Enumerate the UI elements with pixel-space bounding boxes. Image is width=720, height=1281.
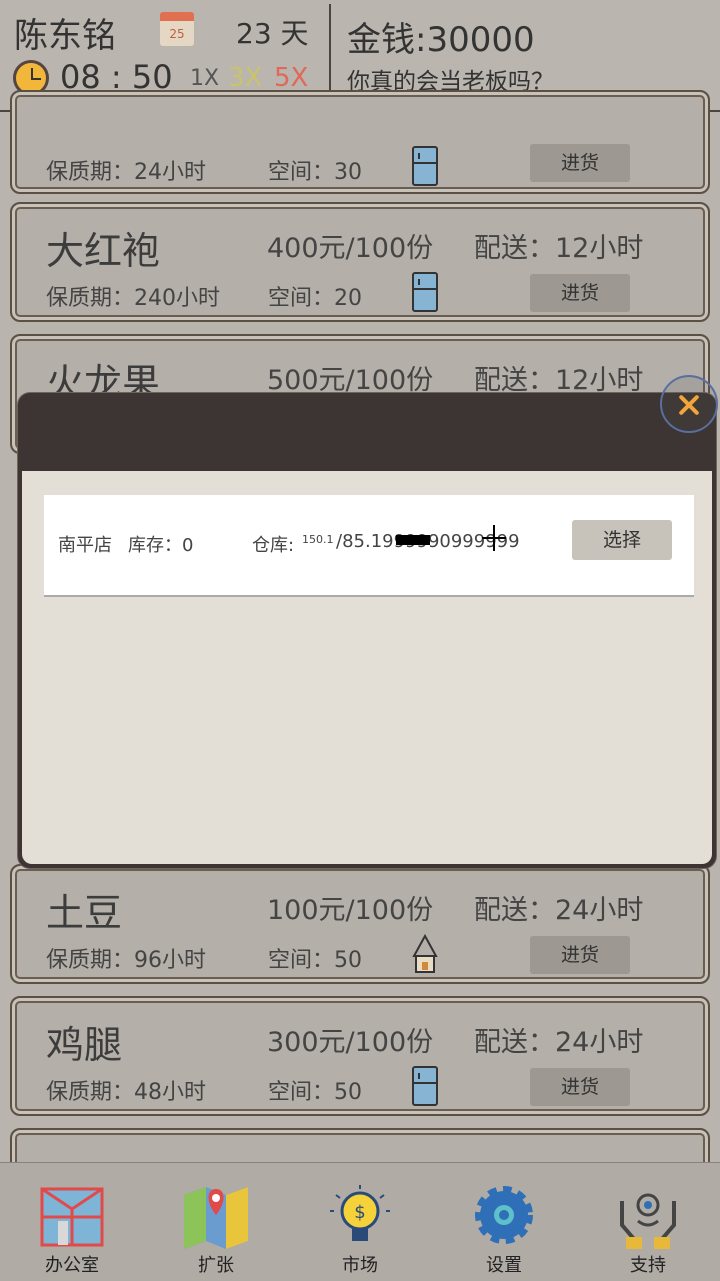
storage-space: 空间：50 xyxy=(268,1080,362,1105)
speed-1x-button[interactable]: 1X xyxy=(190,66,219,91)
speed-3x-button[interactable]: 3X xyxy=(228,63,262,93)
gear-icon xyxy=(475,1186,533,1244)
store-name: 南平店 xyxy=(58,535,112,556)
fridge-icon xyxy=(412,272,438,312)
office-building-icon xyxy=(40,1187,104,1247)
close-icon[interactable] xyxy=(660,375,718,433)
store-row: 南平店 库存：0 仓库: 150.1 /85.1999990999999 选择 xyxy=(44,495,694,597)
select-store-button[interactable]: 选择 xyxy=(572,520,672,560)
store-stock: 库存：0 xyxy=(128,535,194,556)
delivery-time: 配送：12小时 xyxy=(474,233,644,264)
restock-button[interactable]: 进货 xyxy=(530,936,630,974)
delivery-time: 配送：12小时 xyxy=(474,365,644,396)
calendar-icon: 25 xyxy=(160,12,194,46)
storage-space: 空间：50 xyxy=(268,948,362,973)
player-name: 陈东铭 xyxy=(14,16,116,56)
map-pin-icon xyxy=(184,1187,248,1249)
restock-button[interactable]: 进货 xyxy=(530,274,630,312)
shelf-life: 保质期：24小时 xyxy=(46,160,206,185)
money-display: 金钱:30000 xyxy=(347,20,535,60)
restock-button[interactable]: 进货 xyxy=(530,1068,630,1106)
header-divider xyxy=(329,4,331,104)
shelf-life: 保质期：48小时 xyxy=(46,1080,206,1105)
product-name: 鸡腿 xyxy=(46,1023,123,1067)
product-card: 鸡腿 300元/100份 配送：24小时 保质期：48小时 空间：50 进货 xyxy=(10,996,710,1116)
nav-label: 扩张 xyxy=(198,1255,234,1276)
product-price: 300元/100份 xyxy=(267,1027,434,1058)
delivery-time: 配送：24小时 xyxy=(474,1027,644,1058)
redaction-bar xyxy=(396,535,430,545)
shelf-life: 保质期：96小时 xyxy=(46,948,206,973)
product-card: 土豆 100元/100份 配送：24小时 保质期：96小时 空间：50 进货 xyxy=(10,864,710,984)
nav-label: 设置 xyxy=(486,1255,522,1276)
dialog-body: 南平店 库存：0 仓库: 150.1 /85.1999990999999 选择 xyxy=(22,471,712,864)
delivery-time: 配送：24小时 xyxy=(474,895,644,926)
product-card: 保质期：24小时 空间：30 进货 xyxy=(10,90,710,194)
fridge-icon xyxy=(412,146,438,186)
nav-label: 支持 xyxy=(630,1255,666,1276)
fridge-icon xyxy=(412,1066,438,1106)
store-select-dialog: 南平店 库存：0 仓库: 150.1 /85.1999990999999 选择 xyxy=(18,393,716,868)
warehouse-used: 150.1 xyxy=(302,533,334,546)
product-name: 土豆 xyxy=(46,891,123,935)
bottom-nav: 办公室 扩张 $ 市场 设置 支持 xyxy=(0,1162,720,1281)
svg-text:$: $ xyxy=(354,1202,365,1223)
cursor-crosshair-h xyxy=(482,537,506,539)
shelf-life: 保质期：240小时 xyxy=(46,286,220,311)
storage-space: 空间：30 xyxy=(268,160,362,185)
nav-label: 办公室 xyxy=(45,1255,99,1276)
product-price: 400元/100份 xyxy=(267,233,434,264)
shelf-icon xyxy=(412,934,438,973)
product-price: 500元/100份 xyxy=(267,365,434,396)
warehouse-label: 仓库: xyxy=(252,535,295,556)
restock-button[interactable]: 进货 xyxy=(530,144,630,182)
nav-market[interactable]: $ 市场 xyxy=(288,1163,432,1281)
day-count: 23 天 xyxy=(236,17,309,50)
product-name: 大红袍 xyxy=(46,229,161,273)
nav-support[interactable]: 支持 xyxy=(576,1163,720,1281)
nav-settings[interactable]: 设置 xyxy=(432,1163,576,1281)
calendar-day: 25 xyxy=(169,27,185,41)
storage-space: 空间：20 xyxy=(268,286,362,311)
nav-office[interactable]: 办公室 xyxy=(0,1163,144,1281)
product-card: 大红袍 400元/100份 配送：12小时 保质期：240小时 空间：20 进货 xyxy=(10,202,710,322)
product-price: 100元/100份 xyxy=(267,895,434,926)
lightbulb-dollar-icon: $ xyxy=(330,1185,390,1241)
support-hands-icon xyxy=(620,1193,676,1249)
nav-expand[interactable]: 扩张 xyxy=(144,1163,288,1281)
speed-5x-button[interactable]: 5X xyxy=(274,63,308,93)
nav-label: 市场 xyxy=(342,1255,378,1276)
